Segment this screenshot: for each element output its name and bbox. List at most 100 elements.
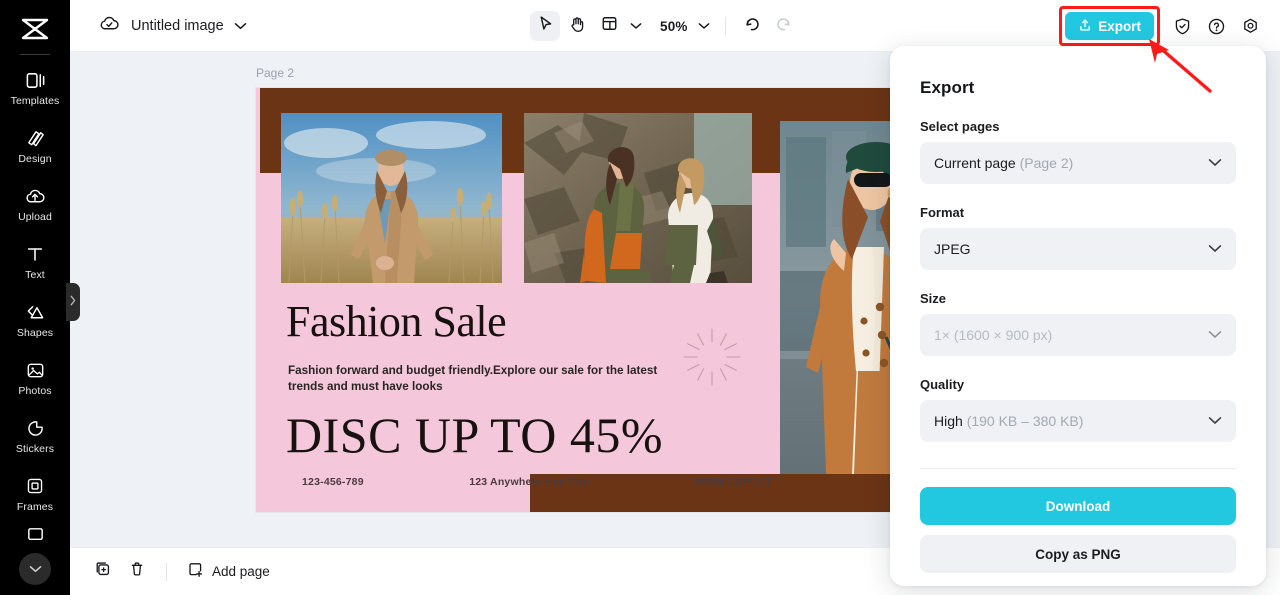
- sidebar-more-button[interactable]: [19, 553, 51, 585]
- select-pages-value-detail: (Page 2): [1019, 155, 1074, 171]
- design-title[interactable]: Fashion Sale: [286, 296, 507, 347]
- redo-icon: [775, 15, 793, 38]
- shapes-icon: [25, 301, 46, 323]
- capcut-logo-icon[interactable]: [18, 14, 52, 44]
- page-label: Page 2: [256, 66, 295, 80]
- sidebar-label-upload: Upload: [18, 211, 52, 223]
- size-dropdown[interactable]: 1× (1600 × 900 px): [920, 314, 1236, 356]
- chevron-down-icon: [29, 560, 42, 578]
- quality-value: High: [934, 413, 963, 429]
- chevron-down-icon: [1208, 240, 1222, 258]
- sidebar-item-photos[interactable]: Photos: [0, 349, 70, 407]
- sidebar-label-frames: Frames: [16, 501, 54, 513]
- sidebar-label-photos: Photos: [18, 385, 52, 397]
- sidebar-item-text[interactable]: Text: [0, 233, 70, 291]
- label-format: Format: [920, 205, 965, 220]
- chevron-down-icon: [1208, 412, 1222, 430]
- chevron-down-icon: [630, 17, 642, 35]
- delete-page-button[interactable]: [122, 557, 152, 587]
- photos-icon: [25, 359, 46, 381]
- chevron-right-icon: [70, 293, 76, 311]
- layout-options-chevron[interactable]: [626, 12, 646, 40]
- add-page-label: Add page: [212, 564, 270, 579]
- sidebar-item-upload[interactable]: Upload: [0, 175, 70, 233]
- footer-phone[interactable]: 123-456-789: [302, 476, 364, 488]
- shield-check-icon[interactable]: [1168, 12, 1196, 40]
- design-icon: [25, 127, 46, 149]
- help-circle-icon[interactable]: [1202, 12, 1230, 40]
- hand-tool-button[interactable]: [562, 11, 592, 41]
- stickers-icon: [25, 417, 46, 439]
- chevron-down-icon[interactable]: [234, 17, 247, 35]
- design-subtitle[interactable]: Fashion forward and budget friendly.Expl…: [288, 363, 658, 394]
- design-discount[interactable]: DISC UP TO 45%: [286, 406, 663, 464]
- upload-cloud-icon: [24, 185, 46, 207]
- sidebar-label-stickers: Stickers: [15, 443, 55, 455]
- canvas-tools-group: 50%: [530, 0, 799, 52]
- export-button-wrapper: Export: [1059, 6, 1160, 46]
- quality-dropdown[interactable]: High (190 KB – 380 KB): [920, 400, 1236, 442]
- copy-as-png-button[interactable]: Copy as PNG: [920, 535, 1236, 573]
- select-pages-value: Current page: [934, 155, 1016, 171]
- export-panel-divider: [920, 468, 1236, 469]
- zoom-level-value[interactable]: 50%: [648, 19, 692, 34]
- sidebar-item-stickers[interactable]: Stickers: [0, 407, 70, 465]
- select-tool-button[interactable]: [530, 11, 560, 41]
- label-select-pages: Select pages: [920, 119, 1000, 134]
- size-value-detail: (1600 × 900 px): [953, 327, 1053, 343]
- export-button-label: Export: [1098, 18, 1141, 34]
- cloud-saved-icon[interactable]: [98, 14, 121, 38]
- export-panel: Export Select pages Current page (Page 2…: [890, 46, 1266, 586]
- undo-button[interactable]: [737, 11, 767, 41]
- format-value: JPEG: [934, 241, 971, 257]
- quality-value-detail: (190 KB – 380 KB): [966, 413, 1084, 429]
- footer-address[interactable]: 123 Anywhere Any City: [469, 476, 589, 488]
- sidebar-divider: [20, 54, 50, 55]
- download-button[interactable]: Download: [920, 487, 1236, 525]
- text-icon: [25, 243, 45, 265]
- layout-grid-icon: [601, 15, 618, 37]
- bottom-toolbar-divider: [166, 562, 167, 581]
- select-pages-dropdown[interactable]: Current page (Page 2): [920, 142, 1236, 184]
- chevron-down-icon: [698, 17, 710, 35]
- document-title[interactable]: Untitled image: [131, 18, 224, 34]
- design-footer: 123-456-789 123 Anywhere Any City WWW.CA…: [302, 476, 772, 488]
- left-sidebar: Templates Design Upload Text Shapes Phot…: [0, 0, 70, 595]
- undo-icon: [743, 15, 761, 38]
- duplicate-page-icon: [94, 560, 112, 583]
- label-quality: Quality: [920, 377, 965, 392]
- zoom-options-chevron[interactable]: [694, 12, 714, 40]
- sidebar-item-design[interactable]: Design: [0, 117, 70, 175]
- sunburst-icon: [681, 326, 743, 388]
- footer-website[interactable]: WWW.CAPCUT: [694, 476, 772, 488]
- photo-two-women-rocks[interactable]: [524, 113, 752, 283]
- export-button[interactable]: Export: [1065, 12, 1154, 40]
- chevron-down-icon: [1208, 326, 1222, 344]
- export-upload-icon: [1078, 18, 1092, 35]
- sidebar-label-shapes: Shapes: [16, 327, 54, 339]
- photo-woman-street[interactable]: [780, 121, 901, 474]
- format-dropdown[interactable]: JPEG: [920, 228, 1236, 270]
- sidebar-item-frames[interactable]: Frames: [0, 465, 70, 523]
- toolbar-divider: [724, 17, 726, 35]
- templates-icon: [25, 69, 46, 91]
- sidebar-item-templates[interactable]: Templates: [0, 59, 70, 117]
- size-value: 1×: [934, 327, 950, 343]
- artboard-page-2[interactable]: Fashion Sale Fashion forward and budget …: [256, 88, 901, 512]
- label-size: Size: [920, 291, 947, 306]
- document-title-group: Untitled image: [98, 0, 247, 52]
- layout-tool-button[interactable]: [594, 11, 624, 41]
- sidebar-item-shapes[interactable]: Shapes: [0, 291, 70, 349]
- sidebar-collapse-handle[interactable]: [66, 283, 80, 321]
- export-panel-title: Export: [920, 78, 975, 97]
- add-page-icon: [187, 561, 204, 583]
- add-page-button[interactable]: Add page: [181, 557, 276, 587]
- sidebar-overflow-clip: [0, 525, 70, 551]
- chevron-down-icon: [1208, 154, 1222, 172]
- photo-woman-field[interactable]: [281, 113, 502, 283]
- settings-gear-icon[interactable]: [1236, 12, 1264, 40]
- duplicate-page-button[interactable]: [88, 557, 118, 587]
- redo-button[interactable]: [769, 11, 799, 41]
- topbar-right-group: Export: [1059, 0, 1264, 52]
- frames-icon: [25, 475, 45, 497]
